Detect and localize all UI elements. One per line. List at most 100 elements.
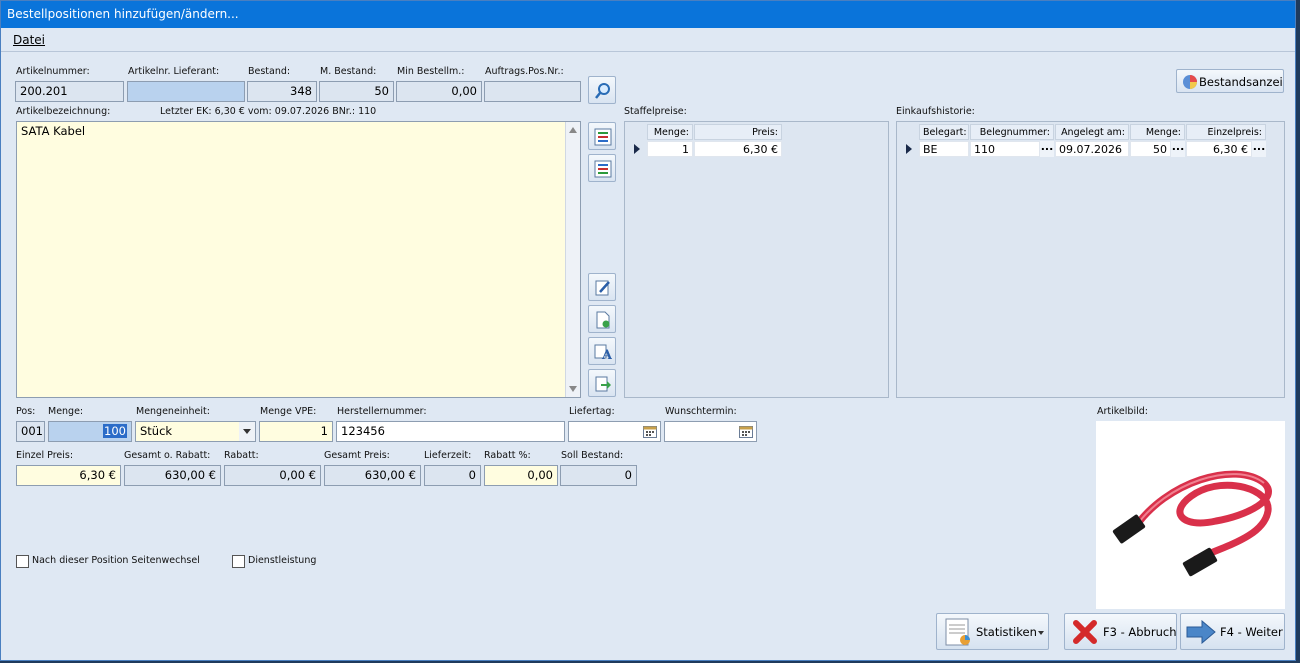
rabatt-field: 0,00 €	[224, 465, 321, 486]
scroll-up-icon[interactable]	[569, 127, 577, 133]
min-bestellm-field[interactable]: 0,00	[396, 81, 482, 102]
gesamt-preis-field: 630,00 €	[324, 465, 421, 486]
scroll-down-icon[interactable]	[569, 386, 577, 392]
hist-cell-belegnummer[interactable]: 110	[970, 141, 1040, 157]
dienstleistung-label: Dienstleistung	[248, 555, 317, 566]
staffelpreise-grid[interactable]: Menge: Preis: 1 6,30 €	[624, 121, 889, 398]
hist-header-belegart[interactable]: Belegart:	[919, 124, 969, 140]
scrollbar[interactable]	[565, 122, 580, 397]
calendar-icon[interactable]	[739, 426, 753, 438]
rabatt-pct-field[interactable]: 0,00	[484, 465, 558, 486]
m-bestand-field[interactable]: 50	[319, 81, 394, 102]
pos-field[interactable]: 001	[16, 421, 45, 442]
herstellernummer-label: Herstellernummer:	[337, 406, 427, 417]
einzel-preis-field[interactable]: 6,30 €	[16, 465, 121, 486]
m-bestand-label: M. Bestand:	[320, 66, 377, 77]
search-icon	[595, 83, 610, 99]
hist-cell-einzelpreis[interactable]: 6,30 €	[1186, 141, 1252, 157]
hist-cell-angelegt[interactable]: 09.07.2026	[1055, 141, 1129, 157]
dropdown-arrow-icon	[1038, 631, 1044, 635]
hist-menge-dots-button[interactable]: ...	[1171, 141, 1185, 157]
hist-einzelpreis-dots-button[interactable]: ...	[1252, 141, 1266, 157]
bestandsanzeige-button[interactable]: Bestandsanzeige	[1176, 69, 1284, 93]
soll-bestand-field: 0	[560, 465, 637, 486]
artikelbezeichnung-textarea[interactable]: SATA Kabel	[16, 121, 581, 398]
row-pointer-icon	[634, 144, 640, 154]
calendar-icon[interactable]	[643, 426, 657, 438]
dienstleistung-checkbox[interactable]	[232, 555, 245, 568]
export-button[interactable]	[588, 369, 616, 397]
cancel-x-icon	[1073, 620, 1097, 644]
menge-value: 100	[103, 424, 127, 438]
artikelbild-label: Artikelbild:	[1097, 406, 1148, 417]
bestand-label: Bestand:	[248, 66, 291, 77]
staffel-header-preis[interactable]: Preis:	[694, 124, 782, 140]
hist-header-menge[interactable]: Menge:	[1130, 124, 1185, 140]
statistics-sheet-icon	[945, 618, 970, 646]
hist-belegnummer-dots-button[interactable]: ...	[1040, 141, 1054, 157]
hist-header-belegnummer[interactable]: Belegnummer:	[970, 124, 1054, 140]
wunschtermin-field[interactable]	[664, 421, 757, 442]
pos-label: Pos:	[16, 406, 36, 417]
edit-button[interactable]	[588, 273, 616, 301]
text-format-icon: A	[594, 344, 612, 361]
bestand-field: 348	[247, 81, 317, 102]
weiter-label: F4 - Weiter	[1220, 625, 1283, 639]
abbruch-label: F3 - Abbruch	[1103, 625, 1177, 639]
hist-cell-menge[interactable]: 50	[1130, 141, 1171, 157]
mengeneinheit-select[interactable]: Stück	[135, 421, 256, 442]
new-document-icon	[596, 311, 610, 329]
sort-up-button[interactable]	[588, 122, 616, 150]
bestandsanzeige-label: Bestandsanzeige	[1199, 75, 1283, 89]
artikelbezeichnung-label: Artikelbezeichnung:	[16, 106, 111, 117]
rabatt-pct-label: Rabatt %:	[484, 450, 531, 461]
font-button[interactable]: A	[588, 337, 616, 365]
dialog-window: Bestellpositionen hinzufügen/ändern... D…	[0, 0, 1296, 661]
einkaufshistorie-grid[interactable]: Belegart: Belegnummer: Angelegt am: Meng…	[896, 121, 1285, 398]
staffel-cell-menge[interactable]: 1	[647, 141, 693, 157]
min-bestellm-label: Min Bestellm.:	[397, 66, 465, 77]
hist-cell-belegart[interactable]: BE	[919, 141, 969, 157]
sort-down-button[interactable]	[588, 154, 616, 182]
menu-bar: Datei	[1, 28, 1295, 52]
staffel-header-menge[interactable]: Menge:	[647, 124, 693, 140]
wunschtermin-label: Wunschtermin:	[665, 406, 737, 417]
sata-cable-image	[1112, 470, 1272, 577]
einzel-preis-label: Einzel Preis:	[16, 450, 74, 461]
new-document-button[interactable]	[588, 305, 616, 333]
artikelbild-image	[1096, 421, 1285, 609]
herstellernummer-field[interactable]: 123456	[336, 421, 565, 442]
letzter-ek-info: Letzter EK: 6,30 € vom: 09.07.2026 BNr.:…	[160, 106, 377, 117]
seitenwechsel-checkbox[interactable]	[16, 555, 29, 568]
dropdown-arrow-icon[interactable]	[239, 422, 255, 441]
menge-vpe-field[interactable]: 1	[259, 421, 333, 442]
pie-chart-icon	[1183, 75, 1197, 89]
row-pointer-icon	[906, 144, 912, 154]
auftrags-pos-label: Auftrags.Pos.Nr.:	[485, 66, 564, 77]
search-button[interactable]	[588, 76, 616, 104]
statistiken-button[interactable]: Statistiken	[936, 613, 1049, 650]
artikelnr-lieferant-label: Artikelnr. Lieferant:	[128, 66, 220, 77]
gesamt-o-rabatt-field: 630,00 €	[124, 465, 221, 486]
auftrags-pos-field[interactable]	[484, 81, 581, 102]
liefertag-label: Liefertag:	[569, 406, 615, 417]
weiter-button[interactable]: F4 - Weiter	[1180, 613, 1285, 650]
staffelpreise-label: Staffelpreise:	[624, 106, 687, 117]
statistiken-label: Statistiken	[976, 625, 1037, 639]
svg-text:A: A	[601, 348, 612, 361]
artikelbezeichnung-text: SATA Kabel	[21, 124, 86, 138]
hist-header-angelegt[interactable]: Angelegt am:	[1055, 124, 1129, 140]
hist-header-einzelpreis[interactable]: Einzelpreis:	[1186, 124, 1266, 140]
abbruch-button[interactable]: F3 - Abbruch	[1064, 613, 1177, 650]
menge-field[interactable]: 100	[48, 421, 132, 442]
mengeneinheit-label: Mengeneinheit:	[136, 406, 210, 417]
artikelnr-lieferant-field[interactable]	[127, 81, 245, 102]
menu-datei[interactable]: Datei	[13, 33, 45, 47]
staffel-cell-preis[interactable]: 6,30 €	[694, 141, 782, 157]
seitenwechsel-label: Nach dieser Position Seitenwechsel	[32, 555, 200, 566]
liefertag-field[interactable]	[568, 421, 661, 442]
rabatt-label: Rabatt:	[224, 450, 259, 461]
artikelnummer-field[interactable]: 200.201	[15, 81, 124, 102]
gesamt-o-rabatt-label: Gesamt o. Rabatt:	[124, 450, 211, 461]
lieferzeit-field[interactable]: 0	[424, 465, 481, 486]
